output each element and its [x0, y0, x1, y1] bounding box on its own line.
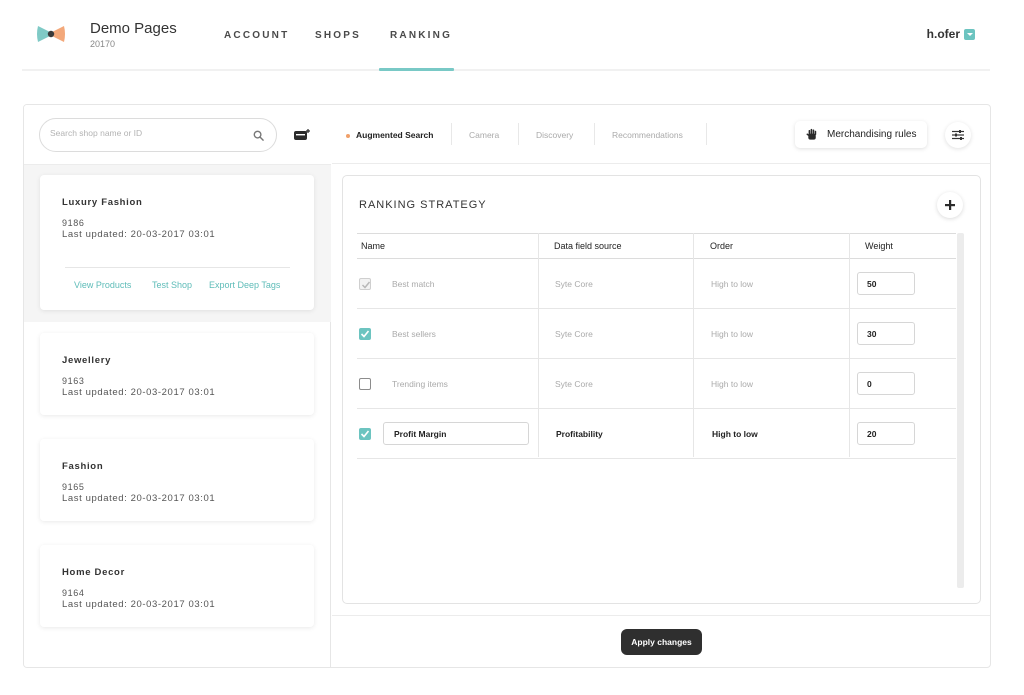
shop-id: 9165 — [62, 482, 85, 492]
shop-name: Luxury Fashion — [62, 197, 143, 208]
bowtie-logo-icon[interactable] — [36, 24, 66, 44]
footer-bar: Apply changes — [332, 615, 990, 667]
filters-button[interactable] — [945, 122, 971, 148]
brand-name: Demo Pages — [90, 20, 177, 37]
shop-last-updated: Last updated: 20-03-2017 03:01 — [62, 493, 216, 504]
row-checkbox[interactable] — [359, 428, 371, 440]
product-tabs: Augmented Search Camera Discovery Recomm… — [332, 105, 990, 164]
rule-source: Syte Core — [555, 379, 593, 389]
rule-name: Trending items — [392, 379, 448, 389]
user-menu[interactable]: h.ofer — [927, 27, 975, 41]
weight-input[interactable] — [857, 322, 915, 345]
shop-card-luxury-fashion[interactable]: Luxury Fashion 9186 Last updated: 20-03-… — [40, 175, 314, 310]
search-icon[interactable] — [253, 130, 264, 141]
ranking-strategy-card: RANKING STRATEGY Name Data field source … — [342, 175, 981, 604]
rule-source: Syte Core — [555, 329, 593, 339]
row-checkbox[interactable] — [359, 328, 371, 340]
weight-input[interactable] — [857, 272, 915, 295]
shop-name: Jewellery — [62, 355, 112, 366]
top-divider — [22, 69, 990, 71]
caret-down-icon[interactable] — [964, 28, 975, 40]
column-header-name: Name — [361, 241, 386, 251]
shop-name: Home Decor — [62, 567, 125, 578]
sidebar-toolbar — [24, 105, 331, 165]
rule-name: Best match — [392, 279, 435, 289]
tab-camera[interactable]: Camera — [469, 130, 499, 140]
merchandising-rules-label: Merchandising rules — [827, 129, 917, 140]
tab-discovery[interactable]: Discovery — [536, 130, 573, 140]
export-deep-tags-link[interactable]: Export Deep Tags — [209, 280, 280, 290]
add-rule-button[interactable] — [937, 192, 963, 218]
active-tab-dot — [346, 134, 350, 138]
shop-sidebar: Luxury Fashion 9186 Last updated: 20-03-… — [24, 105, 331, 667]
nav-active-indicator — [379, 68, 454, 71]
tab-recommendations[interactable]: Recommendations — [612, 130, 683, 140]
sliders-icon — [952, 130, 964, 140]
shop-last-updated: Last updated: 20-03-2017 03:01 — [62, 387, 216, 398]
rule-name-input[interactable] — [383, 422, 529, 445]
plus-icon — [945, 200, 955, 210]
rule-source: Syte Core — [555, 279, 593, 289]
add-shop-icon — [294, 129, 310, 140]
row-checkbox[interactable] — [359, 378, 371, 390]
table-row: Trending items Syte Core High to low — [357, 359, 956, 409]
shop-list: Luxury Fashion 9186 Last updated: 20-03-… — [24, 165, 331, 667]
tab-separator — [518, 123, 519, 145]
test-shop-link[interactable]: Test Shop — [152, 280, 192, 290]
merchandising-rules-button[interactable]: Merchandising rules — [795, 121, 927, 148]
shop-last-updated: Last updated: 20-03-2017 03:01 — [62, 599, 216, 610]
nav-ranking[interactable]: RANKING — [390, 30, 452, 41]
rule-order[interactable]: High to low — [712, 429, 758, 439]
top-navigation: Demo Pages 20170 ACCOUNT SHOPS RANKING h… — [0, 0, 1024, 72]
shop-id: 9163 — [62, 376, 85, 386]
user-name: h.ofer — [926, 27, 960, 41]
column-header-weight: Weight — [865, 241, 893, 251]
rule-order: High to low — [711, 279, 754, 289]
tab-separator — [451, 123, 452, 145]
weight-input[interactable] — [857, 422, 915, 445]
add-shop-button[interactable] — [289, 123, 315, 147]
table-row: Best match Syte Core High to low — [357, 259, 956, 309]
column-header-order: Order — [710, 241, 734, 251]
table-row: Profitability High to low — [357, 409, 956, 459]
ranking-strategy-title: RANKING STRATEGY — [359, 199, 487, 211]
rule-order: High to low — [711, 379, 754, 389]
shop-last-updated: Last updated: 20-03-2017 03:01 — [62, 229, 216, 240]
rule-source[interactable]: Profitability — [556, 429, 603, 439]
table-header: Name Data field source Order Weight — [357, 233, 956, 259]
tab-separator — [594, 123, 595, 145]
tab-separator — [706, 123, 707, 145]
table-row: Best sellers Syte Core High to low — [357, 309, 956, 359]
shop-id: 9186 — [62, 218, 85, 228]
main-frame: Luxury Fashion 9186 Last updated: 20-03-… — [23, 104, 991, 668]
tab-augmented-search[interactable]: Augmented Search — [356, 130, 433, 140]
shop-card-home-decor[interactable]: Home Decor 9164 Last updated: 20-03-2017… — [40, 545, 314, 627]
search-box — [39, 118, 277, 152]
rule-name: Best sellers — [392, 329, 436, 339]
hand-icon — [806, 128, 817, 140]
table-scrollbar[interactable] — [957, 233, 964, 588]
view-products-link[interactable]: View Products — [74, 280, 131, 290]
nav-account[interactable]: ACCOUNT — [224, 30, 289, 41]
shop-name: Fashion — [62, 461, 104, 472]
nav-shops[interactable]: SHOPS — [315, 30, 361, 41]
rule-order: High to low — [711, 329, 754, 339]
shop-card-jewellery[interactable]: Jewellery 9163 Last updated: 20-03-2017 … — [40, 333, 314, 415]
brand-id: 20170 — [90, 39, 116, 49]
shop-card-divider — [65, 267, 290, 268]
ranking-panel: Augmented Search Camera Discovery Recomm… — [332, 105, 990, 667]
shop-card-fashion[interactable]: Fashion 9165 Last updated: 20-03-2017 03… — [40, 439, 314, 521]
shop-id: 9164 — [62, 588, 85, 598]
column-header-source: Data field source — [554, 241, 622, 251]
weight-input[interactable] — [857, 372, 915, 395]
apply-changes-button[interactable]: Apply changes — [621, 629, 702, 655]
search-input[interactable] — [50, 128, 240, 138]
row-checkbox[interactable] — [359, 278, 371, 290]
